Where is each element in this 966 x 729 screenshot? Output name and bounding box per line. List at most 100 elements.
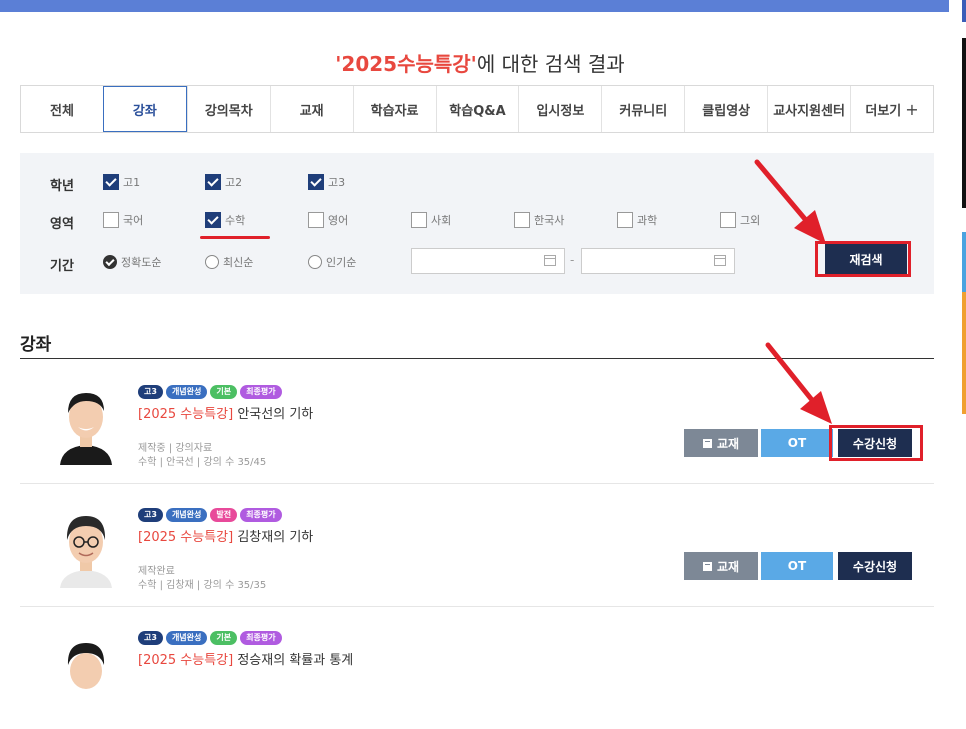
textbook-label: 교재 bbox=[716, 559, 740, 574]
course-status: 제작중 | 강의자료 bbox=[138, 443, 213, 454]
area-option-label: 국어 bbox=[123, 214, 144, 227]
course-item: 고3 개념완성 발전 최종평가 [2025 수능특강] 김창재의 기하 제작완료… bbox=[20, 484, 934, 607]
area-checkbox-math[interactable]: 수학 bbox=[205, 212, 245, 228]
search-keyword: '2025수능특강' bbox=[335, 52, 477, 76]
checkbox-icon bbox=[205, 174, 221, 190]
badge: 기본 bbox=[210, 385, 238, 399]
teacher-photo bbox=[60, 393, 112, 465]
tab-lecture-index[interactable]: 강의목차 bbox=[186, 86, 270, 132]
title-keyword: 2025 수능특강 bbox=[143, 653, 229, 668]
course-title[interactable]: [2025 수능특강] 정승재의 확률과 통계 bbox=[138, 649, 353, 668]
grade-option-label: 고3 bbox=[328, 176, 346, 189]
teacher-photo bbox=[67, 643, 105, 689]
tab-textbooks[interactable]: 교재 bbox=[269, 86, 353, 132]
sort-radio-accuracy[interactable]: 정확도순 bbox=[103, 254, 161, 270]
area-option-label: 수학 bbox=[225, 214, 246, 227]
area-checkbox-other[interactable]: 그외 bbox=[720, 212, 760, 228]
right-edge-strip-dark bbox=[962, 38, 966, 208]
grade-option-label: 고2 bbox=[225, 176, 243, 189]
top-color-bar bbox=[0, 0, 949, 12]
area-option-label: 한국사 bbox=[534, 214, 565, 227]
checkbox-icon bbox=[411, 212, 427, 228]
right-edge-strip-blue bbox=[962, 232, 966, 292]
tab-lectures[interactable]: 강좌 bbox=[102, 86, 187, 132]
tab-clip-videos[interactable]: 클립영상 bbox=[684, 86, 767, 132]
course-badges: 고3 개념완성 기본 최종평가 bbox=[138, 631, 282, 645]
course-title[interactable]: [2025 수능특강] 김창재의 기하 bbox=[138, 526, 313, 545]
ot-button[interactable]: OT bbox=[761, 552, 833, 580]
grade-option-label: 고1 bbox=[123, 176, 141, 189]
badge: 최종평가 bbox=[240, 385, 282, 399]
tab-more-label: 더보기 bbox=[865, 103, 902, 119]
grade-checkbox-1[interactable]: 고1 bbox=[103, 174, 140, 190]
tab-more[interactable]: 더보기 + bbox=[850, 86, 934, 132]
subject-text: 수학 bbox=[138, 457, 157, 468]
tab-admission-info[interactable]: 입시정보 bbox=[518, 86, 601, 132]
badge: 개념완성 bbox=[165, 631, 208, 645]
annotation-underline bbox=[200, 236, 270, 239]
badge: 고3 bbox=[138, 508, 163, 522]
title-keyword: 2025 수능특강 bbox=[143, 530, 229, 545]
checkbox-icon bbox=[720, 212, 736, 228]
lecture-count: 강의 수 35/45 bbox=[203, 457, 267, 468]
grade-checkbox-2[interactable]: 고2 bbox=[205, 174, 242, 190]
subject-text: 수학 bbox=[138, 580, 157, 591]
badge: 기본 bbox=[210, 631, 238, 645]
tab-community[interactable]: 커뮤니티 bbox=[601, 86, 684, 132]
course-meta: 수학 | 안국선 | 강의 수 35/45 bbox=[138, 457, 267, 468]
badge: 고3 bbox=[138, 385, 163, 399]
book-icon bbox=[702, 438, 712, 448]
search-result-suffix: 에 대한 검색 결과 bbox=[476, 52, 625, 76]
start-date-input[interactable] bbox=[411, 248, 565, 274]
badge: 개념완성 bbox=[165, 508, 208, 522]
tab-study-qa[interactable]: 학습Q&A bbox=[435, 86, 519, 132]
checkbox-icon bbox=[308, 174, 324, 190]
calendar-icon[interactable] bbox=[544, 255, 556, 266]
textbook-button[interactable]: 교재 bbox=[684, 429, 758, 457]
checkbox-icon bbox=[308, 212, 324, 228]
enroll-button[interactable]: 수강신청 bbox=[838, 552, 912, 580]
period-label: 기간 bbox=[50, 259, 74, 274]
course-badges: 고3 개념완성 기본 최종평가 bbox=[138, 385, 282, 399]
badge: 발전 bbox=[210, 508, 238, 522]
grade-label: 학년 bbox=[50, 179, 74, 194]
sort-option-label: 정확도순 bbox=[121, 256, 162, 269]
tab-study-materials[interactable]: 학습자료 bbox=[352, 86, 436, 132]
area-checkbox-science[interactable]: 과학 bbox=[617, 212, 657, 228]
area-label: 영역 bbox=[50, 217, 74, 232]
sort-radio-latest[interactable]: 최신순 bbox=[205, 254, 253, 270]
course-badges: 고3 개념완성 발전 최종평가 bbox=[138, 508, 282, 522]
area-checkbox-english[interactable]: 영어 bbox=[308, 212, 348, 228]
sort-radio-popular[interactable]: 인기순 bbox=[308, 254, 356, 270]
lecture-count: 강의 수 35/35 bbox=[203, 580, 267, 591]
checkbox-icon bbox=[205, 212, 221, 228]
ot-button[interactable]: OT bbox=[761, 429, 833, 457]
badge: 최종평가 bbox=[240, 508, 282, 522]
end-date-input[interactable] bbox=[581, 248, 735, 274]
section-title: 강좌 bbox=[20, 335, 52, 355]
course-item: 고3 개념완성 기본 최종평가 [2025 수능특강] 정승재의 확률과 통계 bbox=[20, 607, 934, 729]
title-keyword: 2025 수능특강 bbox=[143, 407, 229, 422]
date-separator: - bbox=[570, 253, 575, 267]
course-item: 고3 개념완성 기본 최종평가 [2025 수능특강] 안국선의 기하 제작중 … bbox=[20, 361, 934, 484]
textbook-label: 교재 bbox=[716, 436, 740, 451]
search-result-title: '2025수능특강'에 대한 검색 결과 bbox=[0, 48, 960, 77]
area-checkbox-social[interactable]: 사회 bbox=[411, 212, 451, 228]
radio-icon bbox=[103, 255, 117, 269]
calendar-icon[interactable] bbox=[714, 255, 726, 266]
annotation-box-research bbox=[815, 241, 911, 277]
textbook-button[interactable]: 교재 bbox=[684, 552, 758, 580]
badge: 고3 bbox=[138, 631, 163, 645]
search-filter-panel: 학년 고1 고2 고3 영역 국어 수학 영어 사회 한국사 과학 그외 기간 … bbox=[20, 153, 934, 294]
title-rest: 안국선의 기하 bbox=[233, 407, 314, 422]
course-title[interactable]: [2025 수능특강] 안국선의 기하 bbox=[138, 403, 313, 422]
teacher-text: 안국선 bbox=[166, 457, 194, 468]
grade-checkbox-3[interactable]: 고3 bbox=[308, 174, 345, 190]
area-checkbox-korean[interactable]: 국어 bbox=[103, 212, 143, 228]
tab-teacher-center[interactable]: 교사지원센터 bbox=[767, 86, 850, 132]
checkbox-icon bbox=[617, 212, 633, 228]
area-checkbox-korean-history[interactable]: 한국사 bbox=[514, 212, 564, 228]
annotation-box-enroll bbox=[829, 425, 923, 461]
badge: 개념완성 bbox=[165, 385, 208, 399]
tab-all[interactable]: 전체 bbox=[20, 86, 103, 132]
